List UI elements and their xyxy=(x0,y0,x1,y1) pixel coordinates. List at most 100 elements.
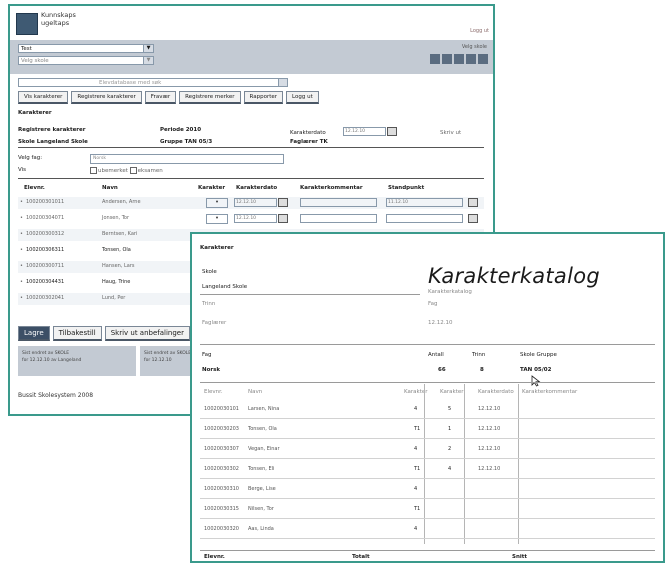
school-select[interactable]: Test ▼ xyxy=(18,44,154,53)
table-row xyxy=(200,498,655,499)
column-divider xyxy=(464,384,465,544)
summary-trinn-header: Trinn xyxy=(472,352,486,358)
summary-gruppe-value: TAN 05/02 xyxy=(520,367,552,373)
mail-icon[interactable] xyxy=(454,54,464,64)
menu-button-rapporter[interactable]: Rapporter xyxy=(243,91,284,104)
col-karakter-2: Karakter xyxy=(440,389,464,395)
row-karakter-2: 5 xyxy=(448,406,452,412)
skole-label: Skole Langeland Skole xyxy=(18,139,88,145)
class-select[interactable]: Velg skole ▼ xyxy=(18,56,154,65)
row-bullet-icon: • xyxy=(20,231,23,237)
logo-line2: ugeltaps xyxy=(41,19,70,27)
column-divider xyxy=(424,384,425,544)
row-karakter-2: 2 xyxy=(448,446,452,452)
help-icon[interactable] xyxy=(478,54,488,64)
row-bullet-icon: • xyxy=(20,199,23,205)
row-karakter-1: 4 xyxy=(414,446,418,452)
info-box-1-text: Sist endret av SKOLE for 12.12.10 av Lan… xyxy=(22,351,82,363)
row-name: Nilsen, Tor xyxy=(248,506,274,512)
row-nr: 100200301011 xyxy=(26,199,65,205)
row-dato: 12.12.10 xyxy=(478,446,501,452)
toolbar-icons xyxy=(430,54,488,64)
grade-select[interactable]: ▾ xyxy=(206,214,228,224)
chevron-down-icon xyxy=(278,79,287,86)
row-karakter-1: 4 xyxy=(414,406,418,412)
row-name: Berntsen, Kari xyxy=(102,231,138,237)
row-name: Andersen, Arne xyxy=(102,199,141,205)
menu-button-vis-karakterer[interactable]: Vis karakterer xyxy=(18,91,69,104)
row-nr: 10020030203 xyxy=(204,426,239,432)
row-name: Lund, Per xyxy=(102,295,126,301)
row-karakter-1: 4 xyxy=(414,526,418,532)
summary-gruppe-header: Skole Gruppe xyxy=(520,352,557,358)
row-dato: 12.12.10 xyxy=(478,466,501,472)
search-placeholder: Elevdatabase med søk xyxy=(99,80,162,86)
calendar-icon[interactable] xyxy=(278,214,288,223)
copyright: Bussit Skolesystem 2008 xyxy=(18,392,94,399)
chevron-down-icon: ▼ xyxy=(143,45,153,52)
menu-button-registrere-merker[interactable]: Registrere merker xyxy=(179,91,241,104)
calendar-icon[interactable] xyxy=(387,127,397,136)
app-logo-icon xyxy=(16,13,38,35)
row-nr: 10020030320 xyxy=(204,526,239,532)
add-icon[interactable] xyxy=(466,54,476,64)
fag-select-value: Norsk xyxy=(93,156,106,161)
calendar-icon[interactable] xyxy=(278,198,288,207)
comment-input[interactable] xyxy=(300,198,377,207)
row-name: Jonsen, Tor xyxy=(102,215,130,221)
app-header: Kunnskaps ugeltaps Logg ut xyxy=(10,6,493,40)
row-name: Hansen, Lars xyxy=(102,263,135,269)
info-box-2-text: Sist endret av SKOLE for 12.12.10 xyxy=(144,351,192,363)
field-skole-value: Langeland Skole xyxy=(202,284,248,290)
search-input[interactable]: Elevdatabase med søk xyxy=(18,78,288,87)
grade-date-input[interactable]: 12.12.10 xyxy=(234,214,277,223)
row-name: Haug, Trine xyxy=(102,279,131,285)
row-nr: 10020030307 xyxy=(204,446,239,452)
divider xyxy=(200,382,655,383)
footer-elevnr: Elevnr. xyxy=(204,554,225,560)
field-faglaerer: Faglærer xyxy=(202,320,227,326)
menu-button-registrere-karakterer[interactable]: Registrere karakterer xyxy=(71,91,142,104)
vis-checkbox-2[interactable] xyxy=(129,167,137,174)
header-hint: Skriv ut xyxy=(440,130,462,136)
print-icon[interactable] xyxy=(442,54,452,64)
table-row xyxy=(200,518,655,519)
row-name: Larsen, Nina xyxy=(248,406,280,412)
home-icon[interactable] xyxy=(430,54,440,64)
print-recommendations-button[interactable]: Skriv ut anbefalinger xyxy=(104,326,190,341)
fag-select[interactable]: Norsk xyxy=(90,154,284,164)
gruppe-label: Gruppe TAN 05/3 xyxy=(160,139,213,145)
col-elevnr: Elevnr. xyxy=(204,389,223,395)
standpoint-input[interactable]: 11.12.10 xyxy=(386,198,463,207)
col-kommentar: Karakterkommentar xyxy=(522,389,578,395)
table-row xyxy=(200,438,655,439)
row-nr: 10020030310 xyxy=(204,486,239,492)
edit-icon[interactable] xyxy=(468,214,478,223)
reset-button[interactable]: Tilbakestill xyxy=(52,326,102,341)
vis-checkbox-1[interactable] xyxy=(90,167,97,174)
save-button[interactable]: Lagre xyxy=(18,326,50,341)
row-bullet-icon: • xyxy=(20,263,23,269)
header-link[interactable]: Logg ut xyxy=(470,28,489,34)
table-row xyxy=(200,478,655,479)
grade-date-input[interactable]: 12.12.10 xyxy=(234,198,277,207)
grade-select[interactable]: ▾ xyxy=(206,198,228,208)
row-karakter-2: 1 xyxy=(448,426,452,432)
karakterdato-input[interactable]: 12.12.10 xyxy=(343,127,386,136)
row-nr: 100200300711 xyxy=(26,263,65,269)
edit-icon[interactable] xyxy=(468,198,478,207)
info-box-1: Sist endret av SKOLE for 12.12.10 av Lan… xyxy=(18,346,136,376)
row-nr: 10020030315 xyxy=(204,506,239,512)
footer-totalt: Totalt xyxy=(352,554,370,560)
periode-label: Periode 2010 xyxy=(160,127,202,133)
menu-button-fravaer[interactable]: Fravær xyxy=(144,91,177,104)
divider xyxy=(200,344,655,345)
field-trinn: Trinn xyxy=(202,301,216,307)
comment-input[interactable] xyxy=(300,214,377,223)
standpoint-input[interactable] xyxy=(386,214,463,223)
summary-fag-value: Norsk xyxy=(202,367,221,373)
row-name: Tonsen, Ola xyxy=(102,247,131,253)
row-karakter-1: 4 xyxy=(414,486,418,492)
menu-button-logg-ut[interactable]: Logg ut xyxy=(286,91,319,104)
col-karakterdato: Karakterdato xyxy=(478,389,514,395)
